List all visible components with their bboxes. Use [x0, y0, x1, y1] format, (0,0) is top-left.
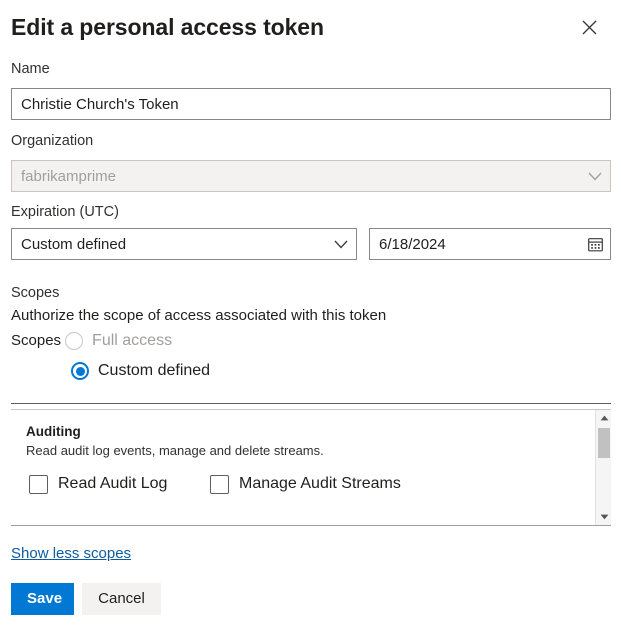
chevron-down-icon: [580, 172, 610, 181]
organization-value: fabrikamprime: [12, 168, 580, 185]
calendar-icon[interactable]: [580, 237, 610, 252]
expiration-label: Expiration (UTC): [11, 203, 119, 221]
organization-label: Organization: [11, 132, 93, 150]
scopes-scrollbar[interactable]: [595, 410, 611, 525]
checkbox-manage-audit-streams-label: Manage Audit Streams: [239, 474, 401, 494]
expiration-date-field[interactable]: 6/18/2024: [369, 228, 611, 260]
radio-full-access-label: Full access: [92, 331, 172, 351]
scopes-description: Authorize the scope of access associated…: [11, 306, 386, 326]
checkbox-read-audit-log[interactable]: [29, 475, 48, 494]
checkbox-read-audit-log-label: Read Audit Log: [58, 474, 167, 494]
scopes-radio-legend: Scopes: [11, 331, 61, 351]
radio-custom-defined-label: Custom defined: [98, 361, 210, 381]
radio-custom-defined-row[interactable]: Custom defined: [71, 361, 210, 381]
checkbox-manage-audit-streams[interactable]: [210, 475, 229, 494]
save-button[interactable]: Save: [11, 583, 74, 615]
close-button[interactable]: [575, 13, 603, 41]
expiration-preset-dropdown[interactable]: Custom defined: [11, 228, 357, 260]
name-label: Name: [11, 60, 50, 78]
scroll-down-arrow-icon[interactable]: [596, 509, 611, 525]
cancel-button[interactable]: Cancel: [82, 583, 161, 615]
expiration-preset-value: Custom defined: [12, 236, 326, 253]
toggle-scopes-link[interactable]: Show less scopes: [11, 544, 131, 563]
page-title: Edit a personal access token: [11, 10, 611, 44]
scopes-divider: [11, 403, 611, 404]
chevron-down-icon: [326, 240, 356, 249]
checkbox-read-audit-log-row[interactable]: Read Audit Log: [29, 474, 167, 494]
scrollbar-thumb[interactable]: [598, 428, 610, 458]
close-icon: [582, 20, 597, 35]
dialog-header: Edit a personal access token: [11, 10, 611, 50]
edit-pat-dialog: Edit a personal access token Name Organi…: [0, 0, 621, 626]
scope-group-description: Read audit log events, manage and delete…: [26, 442, 324, 459]
scopes-radio-group-row: Scopes Full access: [11, 331, 172, 351]
checkbox-manage-audit-streams-row[interactable]: Manage Audit Streams: [210, 474, 401, 494]
scope-group-title: Auditing: [26, 423, 81, 441]
organization-dropdown: fabrikamprime: [11, 160, 611, 192]
scroll-up-arrow-icon[interactable]: [596, 410, 611, 426]
name-input[interactable]: [11, 88, 611, 120]
scopes-list-panel: Auditing Read audit log events, manage a…: [11, 409, 611, 526]
radio-custom-defined[interactable]: [71, 362, 89, 380]
expiration-date-value: 6/18/2024: [370, 236, 580, 253]
scopes-heading: Scopes: [11, 284, 59, 303]
radio-full-access: [65, 332, 83, 350]
